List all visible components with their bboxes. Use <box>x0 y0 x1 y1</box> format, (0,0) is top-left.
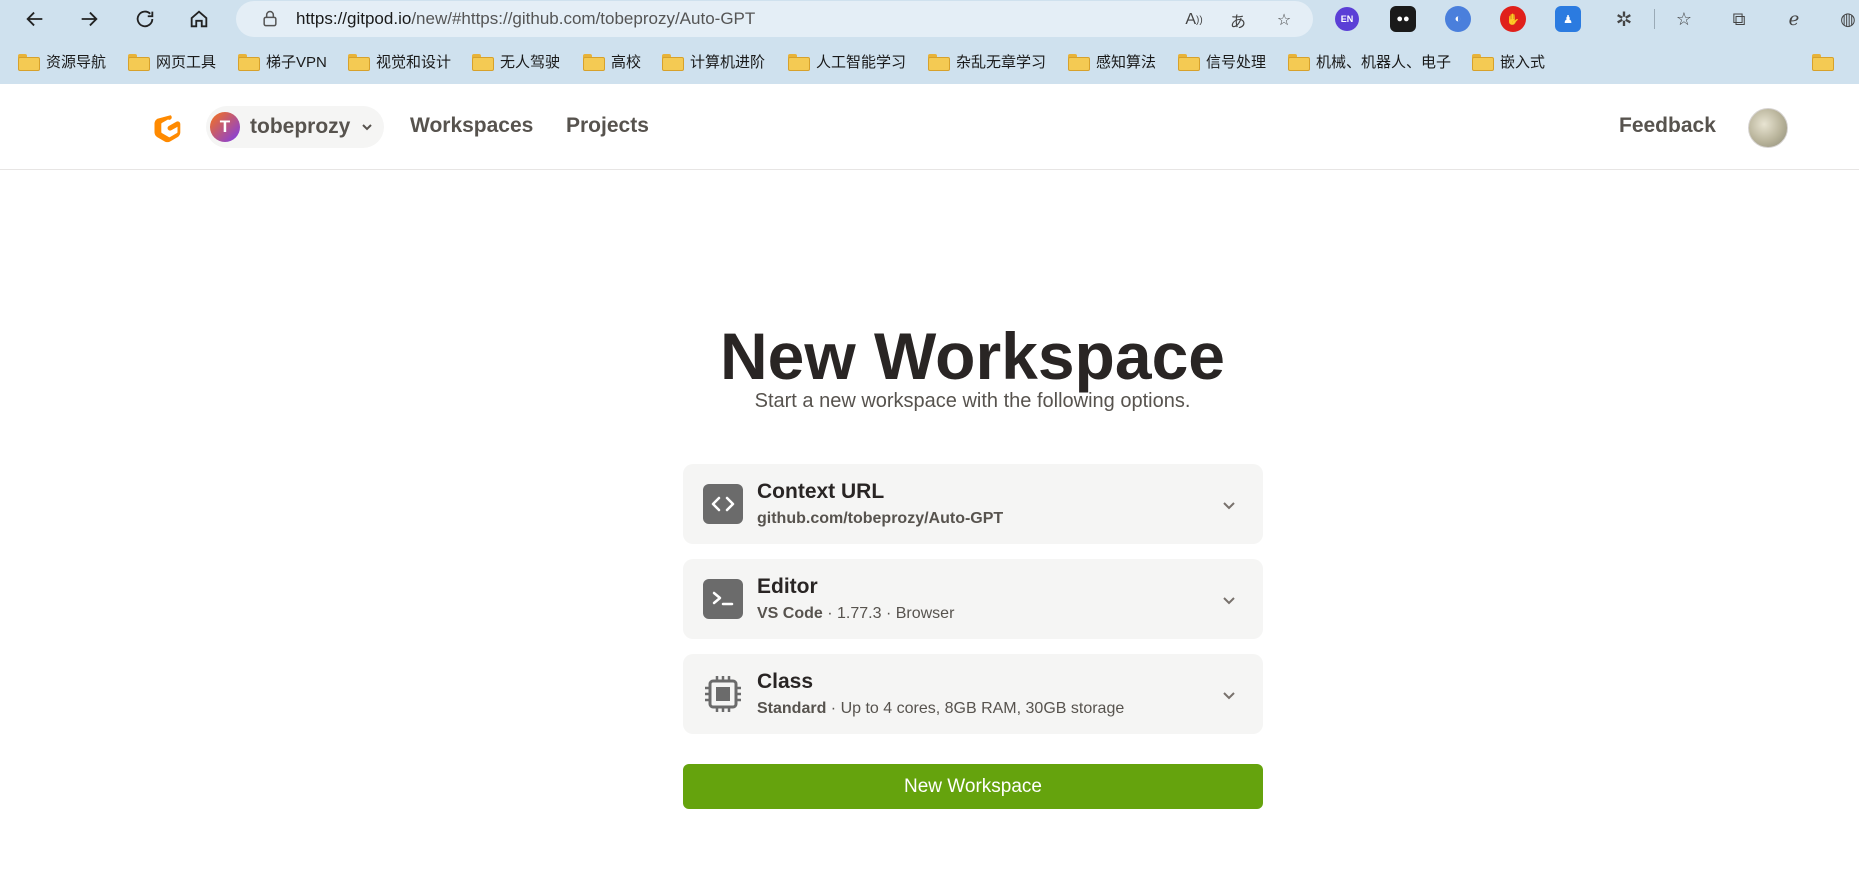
toolbar-divider <box>1654 9 1655 29</box>
folder-icon <box>1178 53 1200 71</box>
gitpod-logo-icon[interactable] <box>153 112 183 144</box>
option-value: github.com/tobeprozy/Auto-GPT <box>757 510 1004 527</box>
lock-icon[interactable] <box>260 9 280 29</box>
refresh-icon <box>136 10 154 28</box>
favorite-add-icon[interactable]: ☆ <box>1272 8 1296 32</box>
back-button[interactable] <box>20 4 50 34</box>
home-icon <box>190 10 208 28</box>
bookmark-folder[interactable]: 无人驾驶 <box>472 48 560 74</box>
folder-icon <box>1812 53 1834 71</box>
read-aloud-icon[interactable]: A)) <box>1182 8 1206 32</box>
folder-icon <box>788 53 810 71</box>
address-bar[interactable]: https://gitpod.io/new/#https://github.co… <box>236 1 1313 37</box>
folder-icon <box>1288 53 1310 71</box>
refresh-button[interactable] <box>130 4 160 34</box>
feedback-link[interactable]: Feedback <box>1619 114 1716 138</box>
page-subtitle: Start a new workspace with the following… <box>754 390 1191 412</box>
bookmark-folder[interactable]: 资源导航 <box>18 48 106 74</box>
nav-workspaces[interactable]: Workspaces <box>410 114 533 138</box>
profile-icon[interactable]: ◍ <box>1836 7 1859 31</box>
home-button[interactable] <box>184 4 214 34</box>
folder-icon <box>928 53 950 71</box>
bookmark-folder[interactable]: 机械、机器人、电子 <box>1288 48 1451 74</box>
cpu-icon <box>705 676 741 712</box>
chevron-down-icon <box>362 124 373 131</box>
browser-chrome: https://gitpod.io/new/#https://github.co… <box>0 0 1859 84</box>
code-icon <box>703 484 743 524</box>
option-value: Standard · Up to 4 cores, 8GB RAM, 30GB … <box>757 700 1125 717</box>
terminal-icon <box>703 579 743 619</box>
chevron-down-icon <box>1223 502 1235 510</box>
extensions-icon[interactable]: ✲ <box>1612 7 1636 31</box>
bookmark-overflow[interactable] <box>1812 48 1840 74</box>
app-header: T tobeprozy Workspaces Projects Feedback <box>0 84 1859 170</box>
browser-toolbar: https://gitpod.io/new/#https://github.co… <box>0 0 1859 38</box>
page-title: New Workspace <box>720 319 1225 393</box>
dual-circle-extension-icon[interactable]: ●● <box>1390 6 1416 32</box>
bookmark-folder[interactable]: 视觉和设计 <box>348 48 451 74</box>
bookmark-folder[interactable]: 嵌入式 <box>1472 48 1545 74</box>
bookmark-folder[interactable]: 高校 <box>583 48 641 74</box>
option-value: VS Code · 1.77.3 · Browser <box>757 605 955 622</box>
bookmark-folder[interactable]: 信号处理 <box>1178 48 1266 74</box>
chevron-down-icon <box>1223 597 1235 605</box>
folder-icon <box>472 53 494 71</box>
option-title: Class <box>757 670 814 693</box>
collections-icon[interactable]: ⧉ <box>1727 7 1751 31</box>
bookmark-folder[interactable]: 感知算法 <box>1068 48 1156 74</box>
gradient-extension-icon[interactable]: ◐ <box>1445 6 1471 32</box>
en-translate-extension-icon[interactable]: EN <box>1335 7 1359 31</box>
org-name: tobeprozy <box>250 115 351 138</box>
org-avatar: T <box>210 112 240 142</box>
user-avatar[interactable] <box>1748 108 1788 148</box>
folder-icon <box>128 53 150 71</box>
arrow-right-icon <box>81 11 98 27</box>
browser-essentials-icon[interactable]: ℯ <box>1782 7 1806 31</box>
person-extension-icon[interactable]: ♟ <box>1555 6 1581 32</box>
bookmarks-bar: 资源导航 网页工具 梯子VPN 视觉和设计 无人驾驶 高校 计算机进阶 人工智能… <box>0 46 1859 76</box>
url-host: https://gitpod.io <box>296 9 412 28</box>
folder-icon <box>1472 53 1494 71</box>
arrow-left-icon <box>26 11 43 27</box>
class-option[interactable]: Class Standard · Up to 4 cores, 8GB RAM,… <box>683 654 1263 734</box>
bookmark-folder[interactable]: 杂乱无章学习 <box>928 48 1046 74</box>
folder-icon <box>662 53 684 71</box>
nav-projects[interactable]: Projects <box>566 114 649 138</box>
url-path: /new/#https://github.com/tobeprozy/Auto-… <box>411 9 756 28</box>
bookmark-folder[interactable]: 梯子VPN <box>238 48 327 74</box>
folder-icon <box>18 53 40 71</box>
org-switcher[interactable]: T tobeprozy <box>206 106 384 148</box>
folder-icon <box>583 53 605 71</box>
translate-icon[interactable]: あ <box>1226 8 1250 32</box>
editor-option[interactable]: Editor VS Code · 1.77.3 · Browser <box>683 559 1263 639</box>
url-text[interactable]: https://gitpod.io/new/#https://github.co… <box>296 9 755 29</box>
folder-icon <box>1068 53 1090 71</box>
folder-icon <box>348 53 370 71</box>
folder-icon <box>238 53 260 71</box>
forward-button[interactable] <box>74 4 104 34</box>
chevron-down-icon <box>1223 692 1235 700</box>
adblock-extension-icon[interactable]: ✋ <box>1500 6 1526 32</box>
option-title: Editor <box>757 575 818 598</box>
context-url-option[interactable]: Context URL github.com/tobeprozy/Auto-GP… <box>683 464 1263 544</box>
bookmark-folder[interactable]: 人工智能学习 <box>788 48 906 74</box>
new-workspace-button[interactable]: New Workspace <box>683 764 1263 809</box>
bookmark-folder[interactable]: 网页工具 <box>128 48 216 74</box>
favorites-icon[interactable]: ☆ <box>1672 7 1696 31</box>
option-title: Context URL <box>757 480 885 503</box>
bookmark-folder[interactable]: 计算机进阶 <box>662 48 765 74</box>
